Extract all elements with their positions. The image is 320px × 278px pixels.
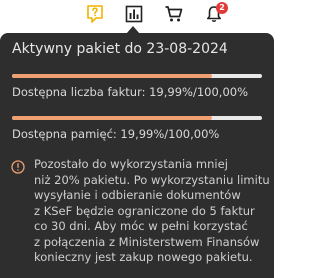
info-icon bbox=[11, 160, 25, 174]
package-usage-button[interactable] bbox=[123, 3, 145, 25]
warning-line: z KSeF będzie ograniczone do 5 faktur bbox=[34, 203, 255, 218]
help-button[interactable] bbox=[84, 3, 106, 25]
question-icon bbox=[87, 5, 103, 23]
notifications-button[interactable]: 2 bbox=[203, 2, 228, 25]
popup-title: Aktywny pakiet do 23-08-2024 bbox=[12, 41, 228, 57]
warning-line: co 30 dni. Aby móc w pełni korzystać bbox=[34, 219, 248, 233]
warning-line: konieczny jest zakup nowego pakietu. bbox=[34, 250, 253, 264]
memory-progress-bar bbox=[12, 116, 262, 120]
limit-warning-text: Pozostało do wykorzystania mniej niż 20%… bbox=[34, 157, 270, 266]
warning-line: niż 20% pakietu. Po wykorzystaniu limitu bbox=[34, 172, 270, 187]
cart-icon bbox=[165, 6, 183, 22]
warning-line: Pozostało do wykorzystania mniej bbox=[34, 157, 228, 171]
invoices-progress-fill bbox=[12, 74, 213, 78]
notification-count-badge: 2 bbox=[216, 2, 228, 14]
cart-button[interactable] bbox=[163, 3, 185, 25]
memory-progress-fill bbox=[12, 116, 213, 120]
memory-available-label: Dostępna pamięć: 19,99%/100,00% bbox=[12, 127, 220, 141]
warning-line: wysyłanie i odbieranie dokumentów bbox=[34, 188, 241, 202]
invoices-progress-bar bbox=[12, 74, 262, 78]
invoices-available-label: Dostępna liczba faktur: 19,99%/100,00% bbox=[12, 85, 249, 99]
warning-line: z połączenia z Ministerstwem Finansów bbox=[34, 234, 260, 249]
chart-icon bbox=[125, 5, 143, 23]
